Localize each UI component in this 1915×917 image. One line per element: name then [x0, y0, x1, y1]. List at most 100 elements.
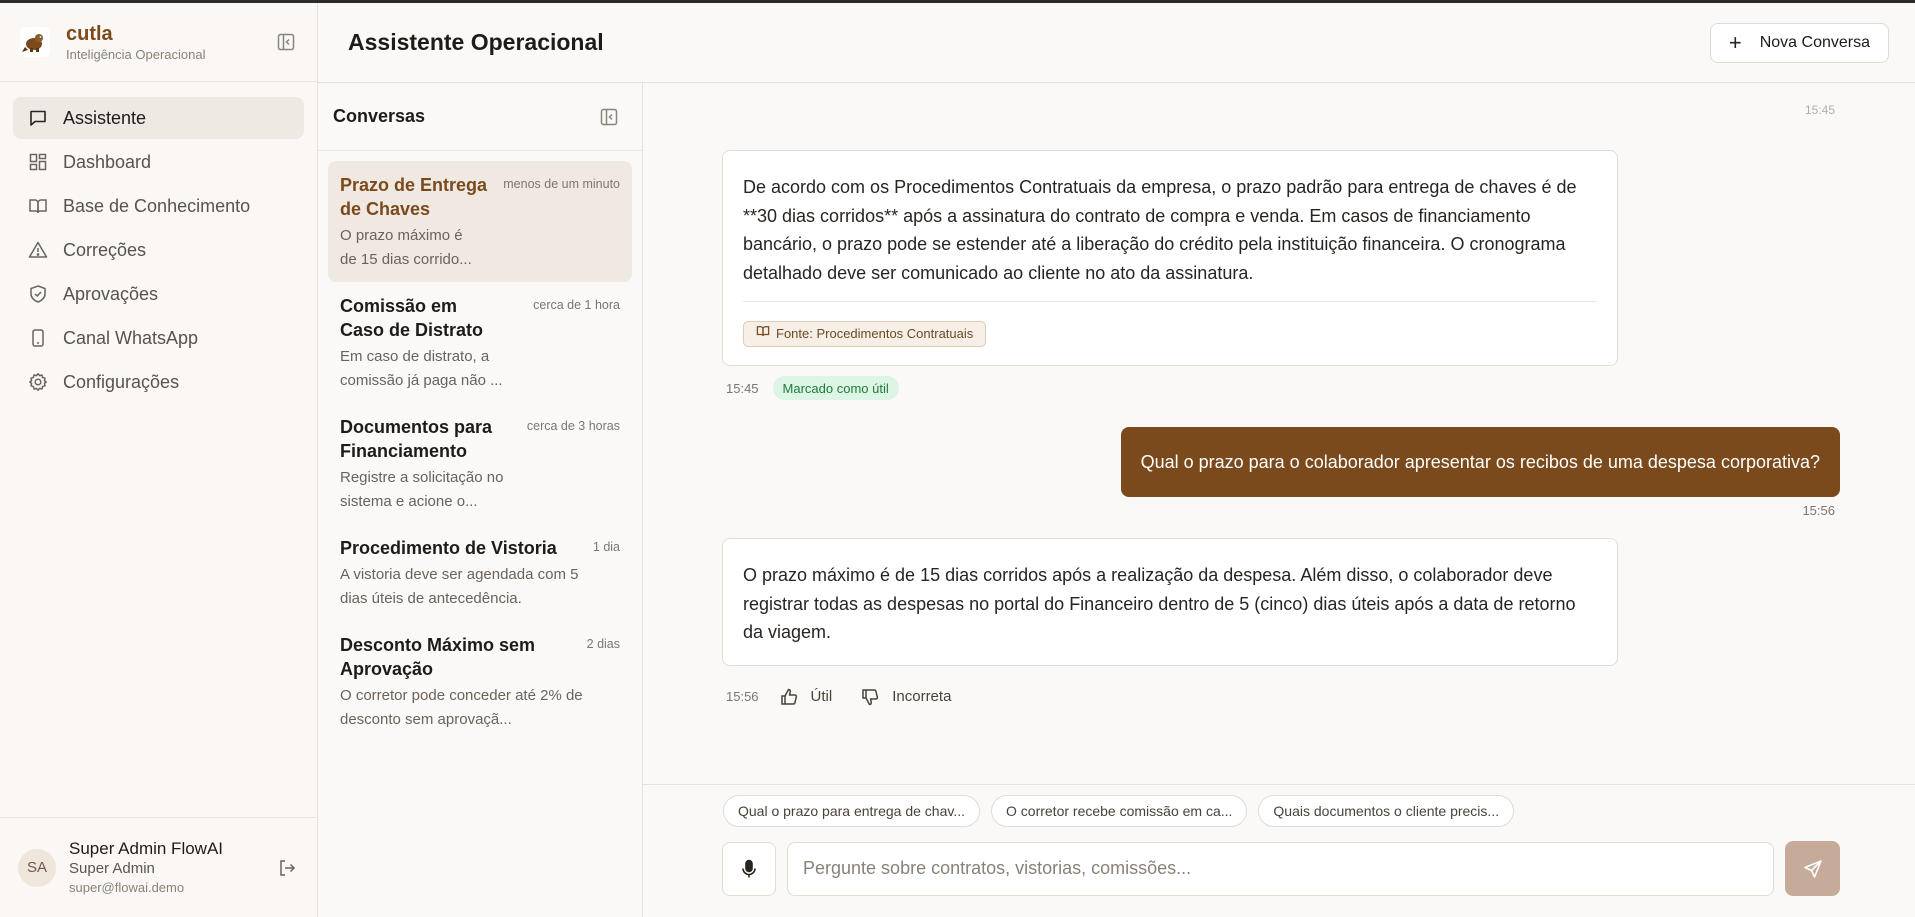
message-divider — [743, 301, 1597, 302]
sidebar: cutla Inteligência Operacional Assistent… — [0, 3, 318, 917]
thumbs-up-icon — [779, 687, 799, 707]
nav-item-label: Aprovações — [63, 283, 159, 304]
nav-item-base-conhecimento[interactable]: Base de Conhecimento — [13, 185, 304, 227]
conversation-time: menos de um minuto — [503, 177, 620, 191]
book-open-icon — [756, 320, 770, 349]
main-area: Assistente Operacional + Nova Conversa C… — [318, 3, 1915, 917]
nav-item-aprovacoes[interactable]: Aprovações — [13, 273, 304, 315]
user-email: super@flowai.demo — [69, 879, 185, 895]
message-time: 15:56 — [1802, 503, 1835, 519]
page-title: Assistente Operacional — [348, 29, 604, 55]
message-meta: 15:45 Marcado como útil — [722, 376, 1840, 401]
conversations-collapse-button[interactable] — [598, 106, 620, 128]
layout-dashboard-icon — [27, 151, 49, 173]
conversation-snippet: O prazo máximo é de 15 dias corrido... — [340, 227, 472, 268]
conversation-item[interactable]: Prazo de Entrega de Chaves menos de um m… — [328, 161, 632, 282]
message-square-icon — [27, 107, 49, 129]
new-conversation-label: Nova Conversa — [1759, 33, 1870, 51]
send-button[interactable] — [1785, 841, 1840, 896]
message-feedback: 15:56 Útil Incorreta — [722, 682, 1840, 712]
conversation-item[interactable]: Comissão em Caso de Distrato cerca de 1 … — [328, 282, 632, 403]
shield-check-icon — [27, 283, 49, 305]
app-root: cutla Inteligência Operacional Assistent… — [0, 3, 1915, 917]
beaver-logo-icon — [22, 34, 43, 52]
conversation-snippet: A vistoria deve ser agendada com 5 dias … — [340, 566, 579, 607]
plus-icon: + — [1728, 29, 1742, 55]
user-message: Qual o prazo para o colaborador apresent… — [1120, 427, 1840, 498]
suggestion-chip[interactable]: O corretor recebe comissão em ca... — [991, 795, 1248, 827]
message-list[interactable]: 15:45 De acordo com os Procedimentos Con… — [643, 83, 1915, 784]
conversation-time: cerca de 1 hora — [533, 298, 620, 312]
composer: Qual o prazo para entrega de chav... O c… — [643, 784, 1915, 917]
main-nav: Assistente Dashboard Base de Conheciment… — [0, 82, 317, 418]
conversation-item[interactable]: Documentos para Financiamento cerca de 3… — [328, 403, 632, 524]
suggestion-chip[interactable]: Quais documentos o cliente precis... — [1258, 795, 1515, 827]
assistant-message: De acordo com os Procedimentos Contratua… — [722, 150, 1618, 367]
logout-button[interactable] — [275, 856, 299, 880]
conversation-time: 2 dias — [586, 637, 620, 651]
user-profile: SA Super Admin FlowAI Super Admin super@… — [0, 817, 317, 917]
incorrect-button[interactable]: Incorreta — [860, 687, 951, 707]
conversation-item[interactable]: Procedimento de Vistoria 1 dia A vistori… — [328, 524, 632, 621]
conversation-time: 1 dia — [592, 540, 620, 554]
message-input[interactable] — [787, 841, 1774, 896]
avatar: SA — [18, 848, 56, 887]
panel-left-close-icon — [277, 33, 295, 51]
conversation-snippet: O corretor pode conceder até 2% de desco… — [340, 687, 583, 728]
message-text: De acordo com os Procedimentos Contratua… — [743, 177, 1577, 283]
useful-button[interactable]: Útil — [779, 687, 833, 707]
smartphone-icon — [27, 327, 49, 349]
microphone-icon — [742, 859, 756, 877]
suggestion-chips: Qual o prazo para entrega de chav... O c… — [723, 795, 1840, 827]
nav-item-label: Assistente — [63, 107, 147, 128]
book-open-icon — [27, 195, 49, 217]
content-body: Conversas Prazo de Entrega de Chaves men… — [318, 83, 1915, 917]
message-text: O prazo máximo é de 15 dias corridos apó… — [743, 565, 1576, 643]
nav-item-label: Correções — [63, 239, 147, 260]
log-out-icon — [280, 859, 296, 876]
conversation-item[interactable]: Desconto Máximo sem Aprovação 2 dias O c… — [328, 621, 632, 742]
new-conversation-button[interactable]: + Nova Conversa — [1709, 22, 1889, 63]
assistant-message: O prazo máximo é de 15 dias corridos apó… — [722, 538, 1618, 666]
message-time: 15:45 — [1804, 103, 1835, 117]
alert-triangle-icon — [27, 239, 49, 261]
page-header: Assistente Operacional + Nova Conversa — [318, 3, 1915, 83]
nav-item-label: Configurações — [63, 371, 180, 392]
brand-text: cutla Inteligência Operacional — [66, 23, 275, 62]
panel-left-close-icon — [600, 108, 618, 125]
nav-item-assistente[interactable]: Assistente — [13, 97, 304, 139]
brand-subtitle: Inteligência Operacional — [66, 46, 206, 62]
message-time: 15:45 — [726, 380, 759, 396]
nav-item-dashboard[interactable]: Dashboard — [13, 141, 304, 183]
conversation-title: Desconto Máximo sem Aprovação — [340, 635, 536, 679]
voice-input-button[interactable] — [722, 841, 776, 896]
useful-label: Útil — [810, 688, 833, 706]
source-label: Fonte: Procedimentos Contratuais — [776, 326, 974, 341]
nav-item-canal-whatsapp[interactable]: Canal WhatsApp — [13, 317, 304, 359]
source-badge[interactable]: Fonte: Procedimentos Contratuais — [743, 320, 987, 349]
message-time: 15:56 — [726, 689, 759, 705]
nav-item-correcoes[interactable]: Correções — [13, 229, 304, 271]
conversation-snippet: Registre a solicitação no sistema e acio… — [340, 469, 504, 510]
sidebar-collapse-button[interactable] — [275, 31, 297, 53]
suggestion-chip[interactable]: Qual o prazo para entrega de chav... — [723, 795, 980, 827]
conversation-list: Prazo de Entrega de Chaves menos de um m… — [318, 151, 642, 752]
conversation-title: Documentos para Financiamento — [340, 417, 493, 461]
user-role: Super Admin — [69, 859, 155, 877]
user-message-wrapper: Qual o prazo para o colaborador apresent… — [722, 427, 1840, 518]
brand-logo — [20, 27, 50, 57]
conversation-title: Comissão em Caso de Distrato — [340, 296, 484, 340]
conversation-title: Prazo de Entrega de Chaves — [340, 175, 488, 219]
settings-icon — [27, 371, 49, 393]
conversation-time: cerca de 3 horas — [526, 419, 620, 433]
conversations-title: Conversas — [333, 106, 426, 126]
useful-badge: Marcado como útil — [772, 376, 899, 401]
input-row — [722, 841, 1840, 896]
user-name: Super Admin FlowAI — [69, 838, 224, 858]
conversations-panel: Conversas Prazo de Entrega de Chaves men… — [318, 83, 643, 917]
brand: cutla Inteligência Operacional — [0, 3, 317, 82]
nav-item-label: Canal WhatsApp — [63, 327, 199, 348]
thumbs-down-icon — [860, 687, 880, 707]
nav-item-configuracoes[interactable]: Configurações — [13, 361, 304, 403]
user-info: Super Admin FlowAI Super Admin super@flo… — [69, 839, 275, 897]
